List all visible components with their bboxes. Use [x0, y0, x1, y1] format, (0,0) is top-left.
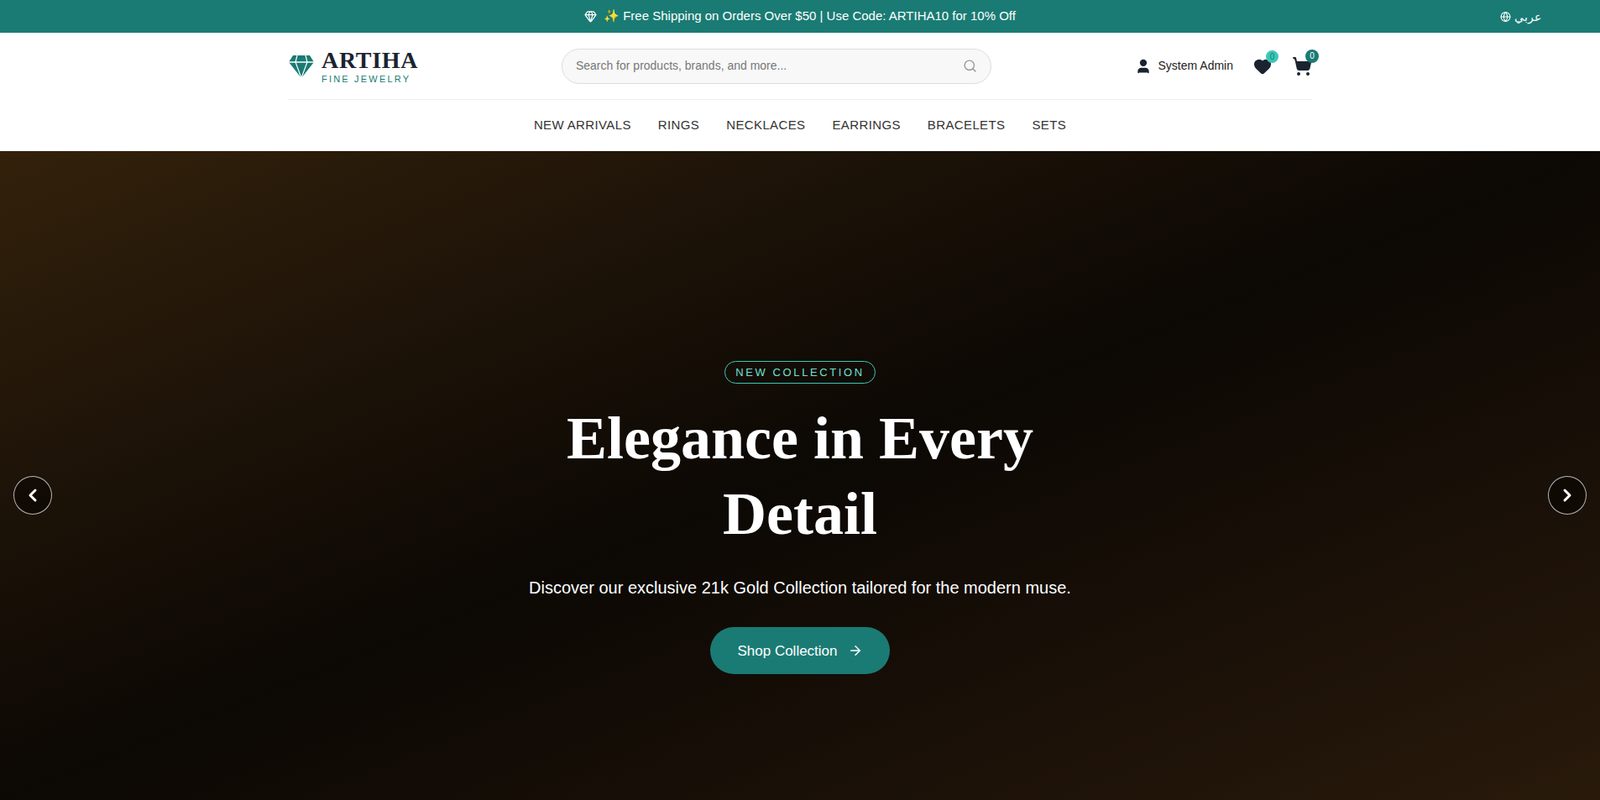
- announcement-text: ✨ Free Shipping on Orders Over $50 | Use…: [603, 6, 1016, 27]
- announcement-bar: ✨ Free Shipping on Orders Over $50 | Use…: [0, 0, 1600, 33]
- prev-slide-button[interactable]: [13, 475, 53, 515]
- header: ARTIHAFINE JEWELRYSystem Admin00NEW ARRI…: [0, 32, 1600, 152]
- globe-icon: [1500, 10, 1512, 22]
- hero-banner: NEW COLLECTION Elegance in Every Detail Di…: [0, 151, 1600, 800]
- cart-count: 0: [1305, 49, 1319, 63]
- nav-item[interactable]: SETS: [1031, 115, 1067, 136]
- diamond-logo-icon: [287, 53, 315, 79]
- main-nav: NEW ARRIVALS RINGS NECKLACES EARRINGS BRACEL…: [0, 99, 1600, 152]
- nav-item[interactable]: RINGS: [658, 115, 700, 136]
- logo[interactable]: ARTIHAFINE JEWELRY: [287, 48, 419, 84]
- arrow-right-icon: [847, 643, 863, 659]
- hero-title: Elegance in Every Detail: [506, 400, 1094, 552]
- cart-button[interactable]: 0: [1291, 56, 1313, 77]
- language-switch[interactable]: عربي: [1500, 7, 1542, 26]
- page: ✨ Free Shipping on Orders Over $50 | Use…: [0, 0, 1600, 800]
- chevron-right-icon: [1557, 485, 1578, 506]
- collection-badge: NEW COLLECTION: [724, 360, 875, 385]
- search-input[interactable]: [575, 57, 957, 75]
- account-button[interactable]: System Admin: [1134, 57, 1234, 75]
- search-field[interactable]: [561, 48, 992, 84]
- nav-item[interactable]: BRACELETS: [927, 115, 1006, 136]
- user-icon: [1134, 57, 1152, 75]
- wishlist-button[interactable]: 0: [1253, 57, 1272, 76]
- chevron-left-icon: [22, 485, 43, 506]
- diamond-icon: [584, 10, 597, 23]
- hero-subtitle: Discover our exclusive 21k Gold Collecti…: [528, 575, 1072, 601]
- shop-collection-button[interactable]: Shop Collection: [710, 627, 889, 675]
- nav-item[interactable]: EARRINGS: [831, 115, 900, 136]
- search-icon[interactable]: [962, 58, 978, 74]
- nav-item[interactable]: NECKLACES: [726, 115, 806, 136]
- nav-item[interactable]: NEW ARRIVALS: [533, 115, 632, 136]
- next-slide-button[interactable]: [1547, 475, 1587, 515]
- wishlist-count: 0: [1265, 50, 1279, 63]
